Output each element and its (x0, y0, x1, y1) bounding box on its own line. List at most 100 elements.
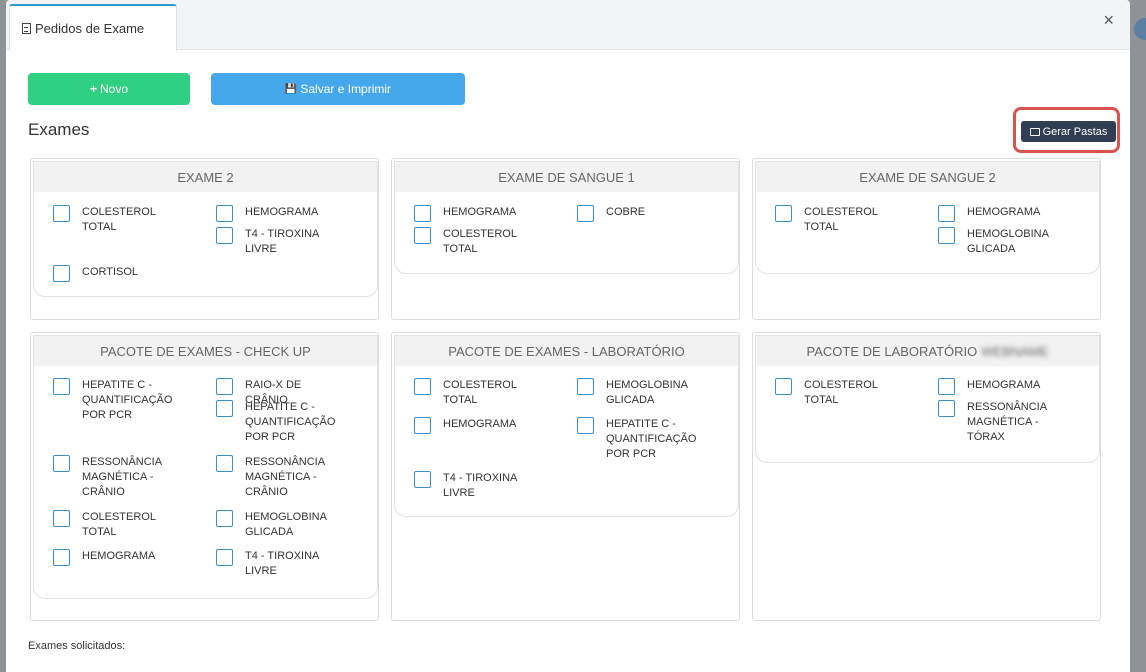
exam-checkbox-item[interactable]: HEMOGLOBINA GLICADA (938, 227, 1059, 257)
novo-button-label: Novo (100, 82, 129, 96)
checkbox[interactable] (53, 205, 70, 222)
exam-label: HEMOGRAMA (967, 206, 1041, 218)
exam-checkbox-item[interactable]: HEMOGRAMA (414, 417, 535, 434)
gerar-pastas-label: Gerar Pastas (1042, 125, 1108, 138)
salvar-imprimir-button[interactable]: 💾 Salvar e Imprimir (211, 73, 465, 105)
exam-label: COLESTEROL TOTAL (804, 379, 878, 406)
exam-label: COLESTEROL TOTAL (82, 511, 156, 538)
exam-checkbox-item[interactable]: HEPATITE C - QUANTIFICAÇÃO POR PCR (53, 378, 174, 423)
exam-checkbox-item[interactable]: COLESTEROL TOTAL (53, 205, 174, 235)
exam-group-title: PACOTE DE LABORATÓRIO WEBNAME (756, 336, 1099, 366)
close-icon[interactable]: × (1103, 10, 1114, 31)
exam-group-panel: PACOTE DE LABORATÓRIO WEBNAME COLESTEROL… (752, 332, 1101, 621)
exam-group-panel: EXAME 2 COLESTEROL TOTAL HEMOGRAMA T4 - … (30, 158, 379, 320)
exam-label: COLESTEROL TOTAL (443, 379, 517, 406)
exam-label: HEMOGRAMA (82, 550, 156, 562)
exam-group-card: PACOTE DE EXAMES - LABORATÓRIO COLESTERO… (394, 335, 739, 517)
exam-label: COLESTEROL TOTAL (82, 206, 156, 233)
exam-checkbox-item[interactable]: HEMOGLOBINA GLICADA (577, 378, 698, 408)
exam-group-panel: EXAME DE SANGUE 2 COLESTEROL TOTAL HEMOG… (752, 158, 1101, 320)
tab-label: Pedidos de Exame (35, 21, 145, 36)
exam-checkbox-item[interactable]: HEMOGRAMA (216, 205, 337, 222)
checkbox[interactable] (414, 417, 431, 434)
exam-checkbox-item[interactable]: COBRE (577, 205, 698, 222)
exam-checkbox-item[interactable]: COLESTEROL TOTAL (53, 510, 174, 540)
checkbox[interactable] (53, 265, 70, 282)
gerar-pastas-button[interactable]: Gerar Pastas (1021, 121, 1116, 142)
exam-label: HEPATITE C - QUANTIFICAÇÃO POR PCR (245, 401, 336, 443)
checkbox[interactable] (216, 378, 233, 395)
exam-checkbox-item[interactable]: HEPATITE C - QUANTIFICAÇÃO POR PCR (216, 400, 337, 445)
exam-checkbox-item[interactable]: HEMOGLOBINA GLICADA (216, 510, 337, 540)
checkbox[interactable] (775, 378, 792, 395)
exam-checkbox-item[interactable]: HEPATITE C - QUANTIFICAÇÃO POR PCR (577, 417, 698, 462)
checkbox[interactable] (414, 471, 431, 488)
checkbox[interactable] (577, 378, 594, 395)
exam-label: T4 - TIROXINA LIVRE (245, 228, 319, 255)
checkbox[interactable] (938, 400, 955, 417)
exam-label: RESSONÂNCIA MAGNÉTICA - CRÂNIO (245, 456, 325, 498)
exam-checkbox-item[interactable]: COLESTEROL TOTAL (775, 378, 896, 408)
checkbox[interactable] (53, 510, 70, 527)
exam-checkbox-item[interactable]: COLESTEROL TOTAL (414, 227, 535, 257)
exam-group-card: EXAME DE SANGUE 2 COLESTEROL TOTAL HEMOG… (755, 161, 1100, 274)
checkbox[interactable] (216, 549, 233, 566)
exam-request-modal: Pedidos de Exame × + Novo 💾 Salvar e Imp… (6, 0, 1130, 672)
exam-checkbox-item[interactable]: HEMOGRAMA (414, 205, 535, 222)
checkbox[interactable] (216, 400, 233, 417)
exam-label: RESSONÂNCIA MAGNÉTICA - TÓRAX (967, 401, 1047, 443)
exam-checkbox-item[interactable]: T4 - TIROXINA LIVRE (414, 471, 535, 501)
exam-label: COBRE (606, 206, 646, 218)
tab-bar: Pedidos de Exame × (6, 0, 1130, 51)
exam-label: HEPATITE C - QUANTIFICAÇÃO POR PCR (82, 379, 173, 421)
exam-checkbox-item[interactable]: RESSONÂNCIA MAGNÉTICA - CRÂNIO (53, 455, 174, 500)
checkbox[interactable] (938, 227, 955, 244)
exam-group-card: PACOTE DE EXAMES - CHECK UP HEPATITE C -… (33, 335, 378, 599)
tab-pedidos-de-exame[interactable]: Pedidos de Exame (9, 4, 177, 51)
exam-checkbox-item[interactable]: RESSONÂNCIA MAGNÉTICA - TÓRAX (938, 400, 1059, 445)
exames-solicitados-label: Exames solicitados: (28, 640, 126, 652)
exam-checkbox-item[interactable]: CORTISOL (53, 265, 174, 282)
checkbox[interactable] (414, 205, 431, 222)
exam-group-card: EXAME DE SANGUE 1 HEMOGRAMA COBRE COLEST… (394, 161, 739, 274)
checkbox[interactable] (414, 227, 431, 244)
exam-group-card: PACOTE DE LABORATÓRIO WEBNAME COLESTEROL… (755, 335, 1100, 463)
document-icon (22, 23, 31, 34)
save-icon: 💾 (284, 83, 298, 95)
exam-checkbox-item[interactable]: COLESTEROL TOTAL (775, 205, 896, 235)
checkbox[interactable] (53, 378, 70, 395)
salvar-button-label: Salvar e Imprimir (300, 82, 392, 96)
checkbox[interactable] (216, 227, 233, 244)
avatar (1134, 18, 1146, 40)
exam-group-panel: EXAME DE SANGUE 1 HEMOGRAMA COBRE COLEST… (391, 158, 740, 320)
checkbox[interactable] (216, 205, 233, 222)
checkbox[interactable] (216, 510, 233, 527)
exam-checkbox-item[interactable]: RESSONÂNCIA MAGNÉTICA - CRÂNIO (216, 455, 337, 500)
exam-label: HEPATITE C - QUANTIFICAÇÃO POR PCR (606, 418, 697, 460)
exam-label: HEMOGRAMA (245, 206, 319, 218)
checkbox[interactable] (577, 205, 594, 222)
checkbox[interactable] (216, 455, 233, 472)
exam-label: HEMOGRAMA (443, 206, 517, 218)
exam-group-title: EXAME DE SANGUE 2 (756, 162, 1099, 192)
exam-checkbox-item[interactable]: HEMOGRAMA (938, 205, 1059, 222)
folder-icon (1029, 127, 1040, 136)
checkbox[interactable] (938, 378, 955, 395)
checkbox[interactable] (53, 455, 70, 472)
checkbox[interactable] (53, 549, 70, 566)
exam-label: CORTISOL (82, 266, 139, 278)
novo-button[interactable]: + Novo (28, 73, 190, 105)
checkbox[interactable] (938, 205, 955, 222)
exam-group-title: PACOTE DE EXAMES - CHECK UP (34, 336, 377, 366)
exam-group-title: EXAME 2 (34, 162, 377, 192)
exam-label: HEMOGLOBINA GLICADA (245, 511, 327, 538)
exam-group-title: EXAME DE SANGUE 1 (395, 162, 738, 192)
exam-checkbox-item[interactable]: T4 - TIROXINA LIVRE (216, 549, 337, 579)
exam-checkbox-item[interactable]: T4 - TIROXINA LIVRE (216, 227, 337, 257)
exam-checkbox-item[interactable]: COLESTEROL TOTAL (414, 378, 535, 408)
checkbox[interactable] (577, 417, 594, 434)
exam-checkbox-item[interactable]: HEMOGRAMA (938, 378, 1059, 395)
checkbox[interactable] (414, 378, 431, 395)
exam-checkbox-item[interactable]: HEMOGRAMA (53, 549, 174, 566)
checkbox[interactable] (775, 205, 792, 222)
